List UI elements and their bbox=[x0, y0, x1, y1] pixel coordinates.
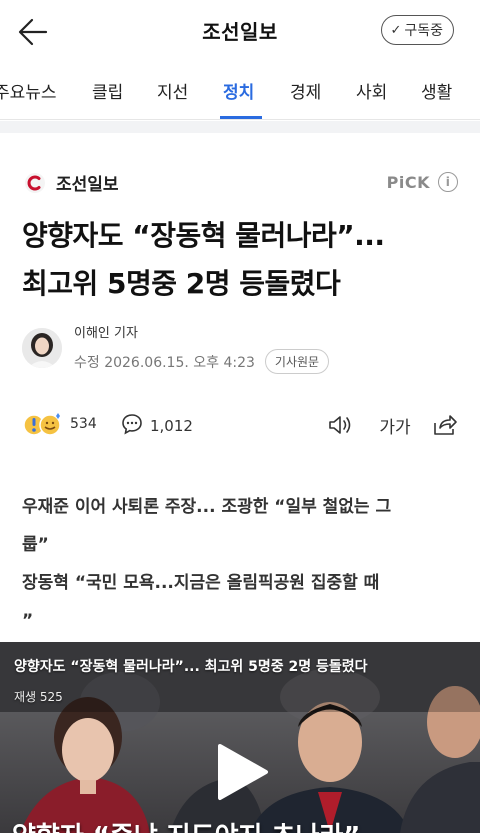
original-article-button[interactable]: 기사원문 bbox=[264, 349, 330, 374]
top-bar: 조선일보 ✓ 구독중 bbox=[0, 0, 480, 62]
summary-line-2: 룹” bbox=[22, 535, 49, 555]
reaction-count: 534 bbox=[70, 416, 97, 432]
tab-society[interactable]: 사회 bbox=[356, 78, 387, 103]
reporter-name[interactable]: 이해인 기자 bbox=[74, 322, 329, 341]
video-player[interactable]: 양향자도 “장동혁 물러나라”... 최고위 5명중 2명 등돌렸다 재생 52… bbox=[0, 642, 480, 833]
press-row[interactable]: 조선일보 bbox=[24, 170, 119, 195]
reaction-emoji-icon bbox=[22, 412, 66, 436]
category-tabs: 주요뉴스 클립 지선 정치 경제 사회 생활 bbox=[0, 62, 480, 120]
reporter-info: 이해인 기자 수정 2026.06.15. 오후 4:23 기사원문 bbox=[22, 322, 330, 374]
active-tab-indicator bbox=[220, 116, 262, 119]
press-name: 조선일보 bbox=[56, 175, 119, 195]
reaction-button[interactable]: 534 bbox=[22, 412, 97, 436]
check-icon: ✓ bbox=[390, 22, 402, 38]
font-size-label: 가가 bbox=[379, 417, 411, 438]
comment-icon bbox=[120, 412, 144, 440]
summary-line-4: ” bbox=[22, 611, 34, 631]
subscribe-button[interactable]: ✓ 구독중 bbox=[381, 15, 454, 45]
tab-clip[interactable]: 클립 bbox=[92, 78, 123, 103]
section-divider bbox=[0, 121, 480, 133]
video-title: 양향자도 “장동혁 물러나라”... 최고위 5명중 2명 등돌렸다 bbox=[14, 659, 368, 675]
info-icon[interactable]: i bbox=[438, 172, 458, 192]
comment-button[interactable]: 1,012 bbox=[120, 412, 193, 440]
video-caption: 양향자 “죽냐 지도야지 초나라” bbox=[12, 816, 360, 833]
summary-line-3: 장동혁 “국민 모욕...지금은 올림픽공원 집중할 때 bbox=[22, 573, 380, 593]
font-size-button[interactable]: 가가 bbox=[377, 410, 413, 440]
tab-politics[interactable]: 정치 bbox=[223, 78, 254, 103]
speaker-icon[interactable] bbox=[324, 410, 356, 440]
pick-label: PiCK bbox=[386, 172, 430, 192]
action-bar: 534 1,012 가가 bbox=[22, 410, 462, 440]
tab-economy[interactable]: 경제 bbox=[290, 78, 321, 103]
article-headline: 양향자도 “장동혁 물러나라”... 최고위 5명중 2명 등돌렸다 bbox=[22, 212, 462, 308]
headline-line-1: 양향자도 “장동혁 물러나라”... bbox=[22, 219, 385, 252]
share-icon[interactable] bbox=[429, 410, 461, 440]
play-icon[interactable] bbox=[214, 742, 270, 802]
pick-badge: PiCK i bbox=[387, 172, 458, 192]
article-summary: 우재준 이어 사퇴론 주장... 조광한 “일부 철없는 그 룹” 장동혁 “국… bbox=[22, 488, 462, 640]
tab-life[interactable]: 생활 bbox=[421, 78, 452, 103]
headline-line-2: 최고위 5명중 2명 등돌렸다 bbox=[22, 267, 341, 300]
tab-local-election[interactable]: 지선 bbox=[157, 78, 188, 103]
tab-main-news[interactable]: 주요뉴스 bbox=[0, 78, 57, 103]
press-logo-icon bbox=[24, 171, 46, 194]
comment-count: 1,012 bbox=[150, 417, 193, 435]
subscribe-label: 구독중 bbox=[404, 23, 443, 39]
video-play-count: 재생 525 bbox=[14, 690, 63, 704]
reporter-avatar[interactable] bbox=[22, 328, 62, 368]
article-date: 수정 2026.06.15. 오후 4:23 bbox=[74, 354, 255, 371]
summary-line-1: 우재준 이어 사퇴론 주장... 조광한 “일부 철없는 그 bbox=[22, 497, 392, 517]
